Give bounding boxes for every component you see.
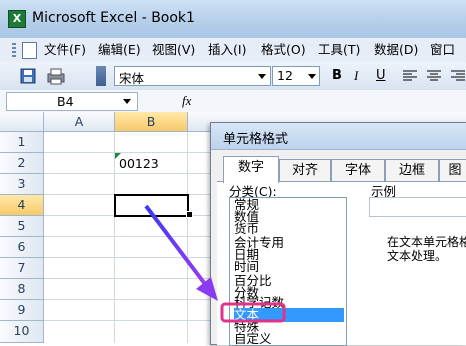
highlight-box: [220, 302, 286, 323]
arrow-icon: [144, 204, 218, 301]
tab-number[interactable]: 数字: [223, 156, 279, 183]
